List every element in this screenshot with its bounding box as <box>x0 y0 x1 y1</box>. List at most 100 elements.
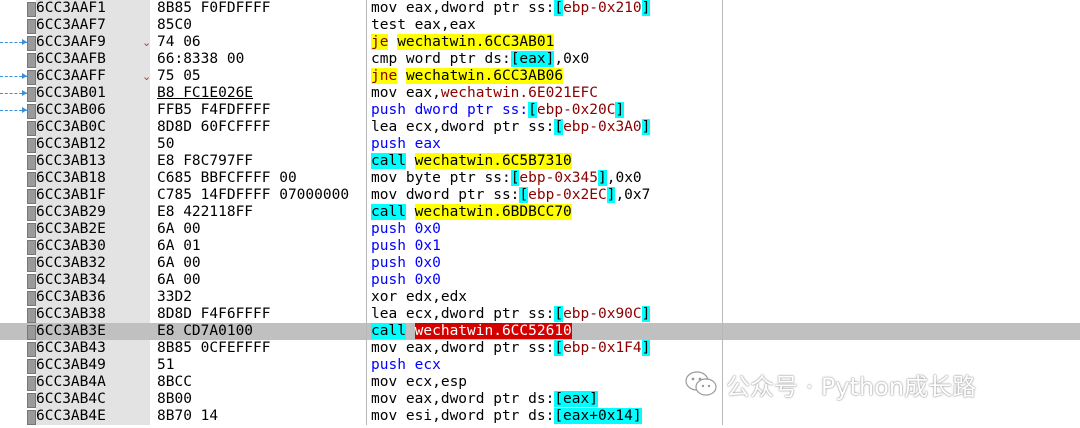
column-divider <box>366 238 367 255</box>
column-divider <box>366 374 367 391</box>
disasm-row[interactable]: 6CC3AB43 8B85 0CFEFFFF mov eax,dword ptr… <box>0 340 1080 357</box>
address: 6CC3AB18 <box>36 170 150 187</box>
instruction: je wechatwin.6CC3AB01 <box>371 34 555 50</box>
address: 6CC3AAF1 <box>36 0 150 17</box>
jump-gutter <box>0 102 27 119</box>
column-divider <box>722 17 723 34</box>
breakpoint-marker[interactable] <box>27 2 36 17</box>
breakpoint-marker[interactable] <box>27 172 36 187</box>
opcode-bytes: 8D8D 60FCFFFF <box>157 119 271 135</box>
breakpoint-marker[interactable] <box>27 342 36 357</box>
address: 6CC3AAF7 <box>36 17 150 34</box>
disasm-row[interactable]: 6CC3AAFB 66:8338 00 cmp word ptr ds:[eax… <box>0 51 1080 68</box>
breakpoint-marker[interactable] <box>27 189 36 204</box>
address: 6CC3AB4C <box>36 391 150 408</box>
instruction: test eax,eax <box>371 17 476 33</box>
breakpoint-marker[interactable] <box>27 291 36 306</box>
column-divider <box>722 68 723 85</box>
opcode-bytes: 6A 01 <box>157 238 201 254</box>
address: 6CC3AB32 <box>36 255 150 272</box>
instruction: mov eax,dword ptr ds:[eax] <box>371 391 598 407</box>
breakpoint-marker[interactable] <box>27 308 36 323</box>
watermark-text: 公众号 · Python成长路 <box>726 372 977 401</box>
breakpoint-marker[interactable] <box>27 257 36 272</box>
wechat-icon <box>684 369 718 399</box>
column-divider <box>722 204 723 221</box>
disasm-row[interactable]: 6CC3AB30 6A 01 push 0x1 <box>0 238 1080 255</box>
jump-arrow-icon <box>0 39 27 45</box>
jump-gutter <box>0 85 27 102</box>
column-divider <box>722 306 723 323</box>
address: 6CC3AB01 <box>36 85 150 102</box>
breakpoint-marker[interactable] <box>27 240 36 255</box>
disasm-row[interactable]: 6CC3AB4E 8B70 14 mov esi,dword ptr ds:[e… <box>0 408 1080 425</box>
breakpoint-marker[interactable] <box>27 325 36 340</box>
column-divider <box>722 323 723 340</box>
disasm-row[interactable]: 6CC3AB38 8D8D F4F6FFFF lea ecx,dword ptr… <box>0 306 1080 323</box>
address: 6CC3AAF9 <box>36 34 150 51</box>
address: 6CC3AB1F <box>36 187 150 204</box>
breakpoint-marker[interactable] <box>27 70 36 85</box>
opcode-bytes: 75 05 <box>157 68 201 84</box>
disasm-row[interactable]: 6CC3AAF7 85C0 test eax,eax <box>0 17 1080 34</box>
column-divider <box>366 17 367 34</box>
instruction: xor edx,edx <box>371 289 468 305</box>
opcode-bytes: 8B00 <box>157 391 192 407</box>
disasm-row[interactable]: 6CC3AB12 50 push eax <box>0 136 1080 153</box>
disasm-row[interactable]: 6CC3AB18 C685 BBFCFFFF 00 mov byte ptr s… <box>0 170 1080 187</box>
address: 6CC3AAFB <box>36 51 150 68</box>
breakpoint-marker[interactable] <box>27 393 36 408</box>
opcode-bytes: 8B70 14 <box>157 408 219 424</box>
disasm-row[interactable]: 6CC3AB0C 8D8D 60FCFFFF lea ecx,dword ptr… <box>0 119 1080 136</box>
address: 6CC3AB43 <box>36 340 150 357</box>
breakpoint-marker[interactable] <box>27 53 36 68</box>
breakpoint-marker[interactable] <box>27 87 36 102</box>
breakpoint-marker[interactable] <box>27 274 36 289</box>
disasm-row[interactable]: 6CC3AB36 33D2 xor edx,edx <box>0 289 1080 306</box>
disasm-row[interactable]: 6CC3AB32 6A 00 push 0x0 <box>0 255 1080 272</box>
disasm-row[interactable]: 6CC3AB06 FFB5 F4FDFFFF push dword ptr ss… <box>0 102 1080 119</box>
breakpoint-marker[interactable] <box>27 410 36 425</box>
instruction: mov eax,wechatwin.6E021EFC <box>371 85 598 101</box>
breakpoint-marker[interactable] <box>27 376 36 391</box>
disasm-row[interactable]: 6CC3AB1F C785 14FDFFFF 07000000 mov dwor… <box>0 187 1080 204</box>
breakpoint-marker[interactable] <box>27 359 36 374</box>
disasm-row[interactable]: 6CC3AAFF ⌄ 75 05 jne wechatwin.6CC3AB06 <box>0 68 1080 85</box>
breakpoint-marker[interactable] <box>27 223 36 238</box>
breakpoint-marker[interactable] <box>27 121 36 136</box>
opcode-bytes: B8 FC1E026E <box>157 85 254 101</box>
disasm-row-selected[interactable]: 6CC3AB3E E8 CD7A0100 call wechatwin.6CC5… <box>0 323 1080 340</box>
column-divider <box>722 136 723 153</box>
disasm-row[interactable]: 6CC3AB2E 6A 00 push 0x0 <box>0 221 1080 238</box>
column-divider <box>722 255 723 272</box>
column-divider <box>366 323 367 340</box>
disasm-row[interactable]: 6CC3AAF9 ⌄ 74 06 je wechatwin.6CC3AB01 <box>0 34 1080 51</box>
column-divider <box>722 289 723 306</box>
disassembly-view[interactable]: 6CC3AAF1 8B85 F0FDFFFF mov eax,dword ptr… <box>0 0 1080 428</box>
breakpoint-marker[interactable] <box>27 36 36 51</box>
breakpoint-marker[interactable] <box>27 104 36 119</box>
column-divider <box>366 306 367 323</box>
breakpoint-marker[interactable] <box>27 138 36 153</box>
disasm-row[interactable]: 6CC3AB13 E8 F8C797FF call wechatwin.6C5B… <box>0 153 1080 170</box>
column-divider <box>366 408 367 425</box>
disasm-row[interactable]: 6CC3AB01 B8 FC1E026E mov eax,wechatwin.6… <box>0 85 1080 102</box>
instruction: mov ecx,esp <box>371 374 468 390</box>
breakpoint-marker[interactable] <box>27 19 36 34</box>
disasm-row[interactable]: 6CC3AAF1 8B85 F0FDFFFF mov eax,dword ptr… <box>0 0 1080 17</box>
instruction: push ecx <box>371 357 441 373</box>
column-divider <box>366 204 367 221</box>
address: 6CC3AB3E <box>36 323 150 340</box>
instruction: mov eax,dword ptr ss:[ebp-0x210] <box>371 0 651 16</box>
disasm-row[interactable]: 6CC3AB29 E8 422118FF call wechatwin.6BDB… <box>0 204 1080 221</box>
breakpoint-marker[interactable] <box>27 206 36 221</box>
opcode-bytes: E8 CD7A0100 <box>157 323 254 339</box>
opcode-bytes: 33D2 <box>157 289 192 305</box>
breakpoint-marker[interactable] <box>27 155 36 170</box>
column-divider <box>722 0 723 17</box>
jump-chevron-icon: ⌄ <box>142 36 152 49</box>
address: 6CC3AB49 <box>36 357 150 374</box>
column-divider <box>722 119 723 136</box>
disasm-row[interactable]: 6CC3AB34 6A 00 push 0x0 <box>0 272 1080 289</box>
column-divider <box>722 340 723 357</box>
